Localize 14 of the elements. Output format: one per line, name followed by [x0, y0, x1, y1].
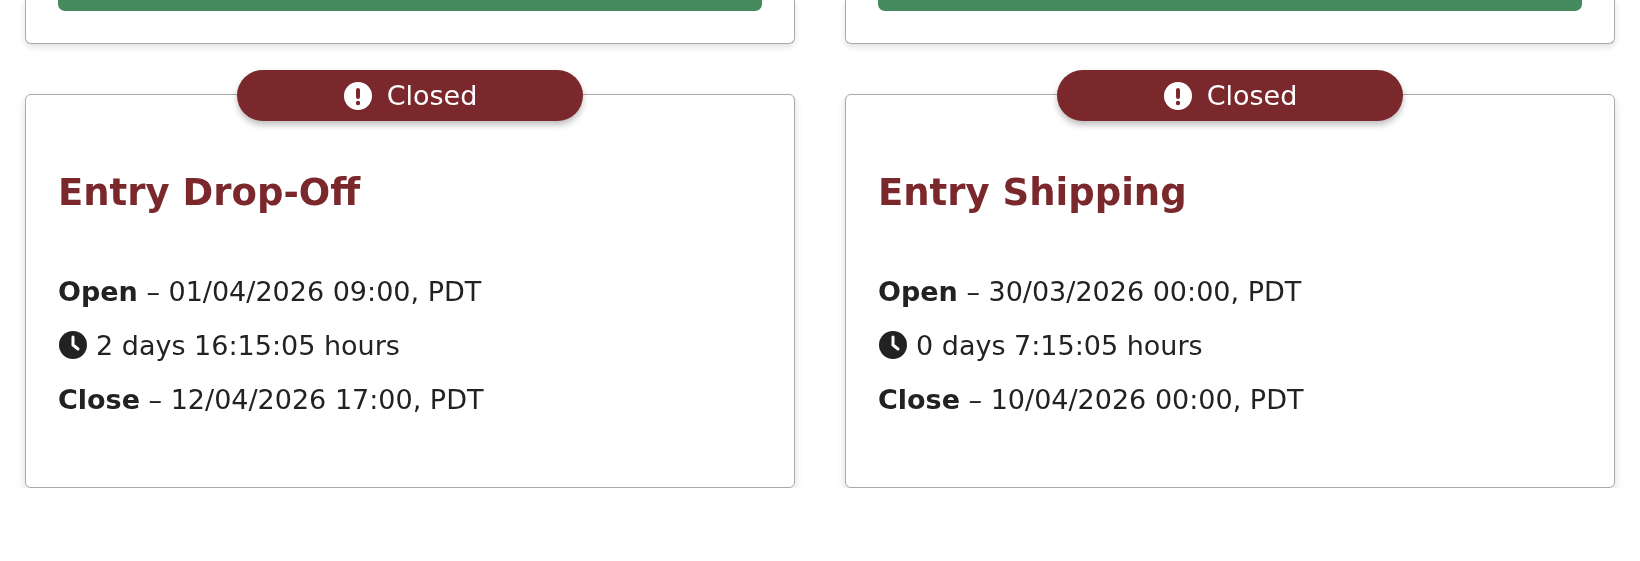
exclamation-icon	[1162, 80, 1193, 111]
status-label: Closed	[1206, 80, 1298, 111]
close-time: Close – 10/04/2026 00:00, PDT	[878, 383, 1304, 415]
countdown-text: 2 days 16:15:05 hours	[96, 329, 400, 361]
exclamation-icon	[342, 80, 373, 111]
clock-icon	[58, 330, 88, 360]
close-time: Close – 12/04/2026 17:00, PDT	[58, 383, 484, 415]
clock-icon	[878, 330, 908, 360]
open-time: Open – 30/03/2026 00:00, PDT	[878, 275, 1302, 307]
status-label: Closed	[386, 80, 478, 111]
countdown-text: 0 days 7:15:05 hours	[916, 329, 1203, 361]
card-title: Entry Drop-Off	[58, 171, 362, 214]
card-title: Entry Shipping	[878, 171, 1188, 214]
open-time: Open – 01/04/2026 09:00, PDT	[58, 275, 482, 307]
